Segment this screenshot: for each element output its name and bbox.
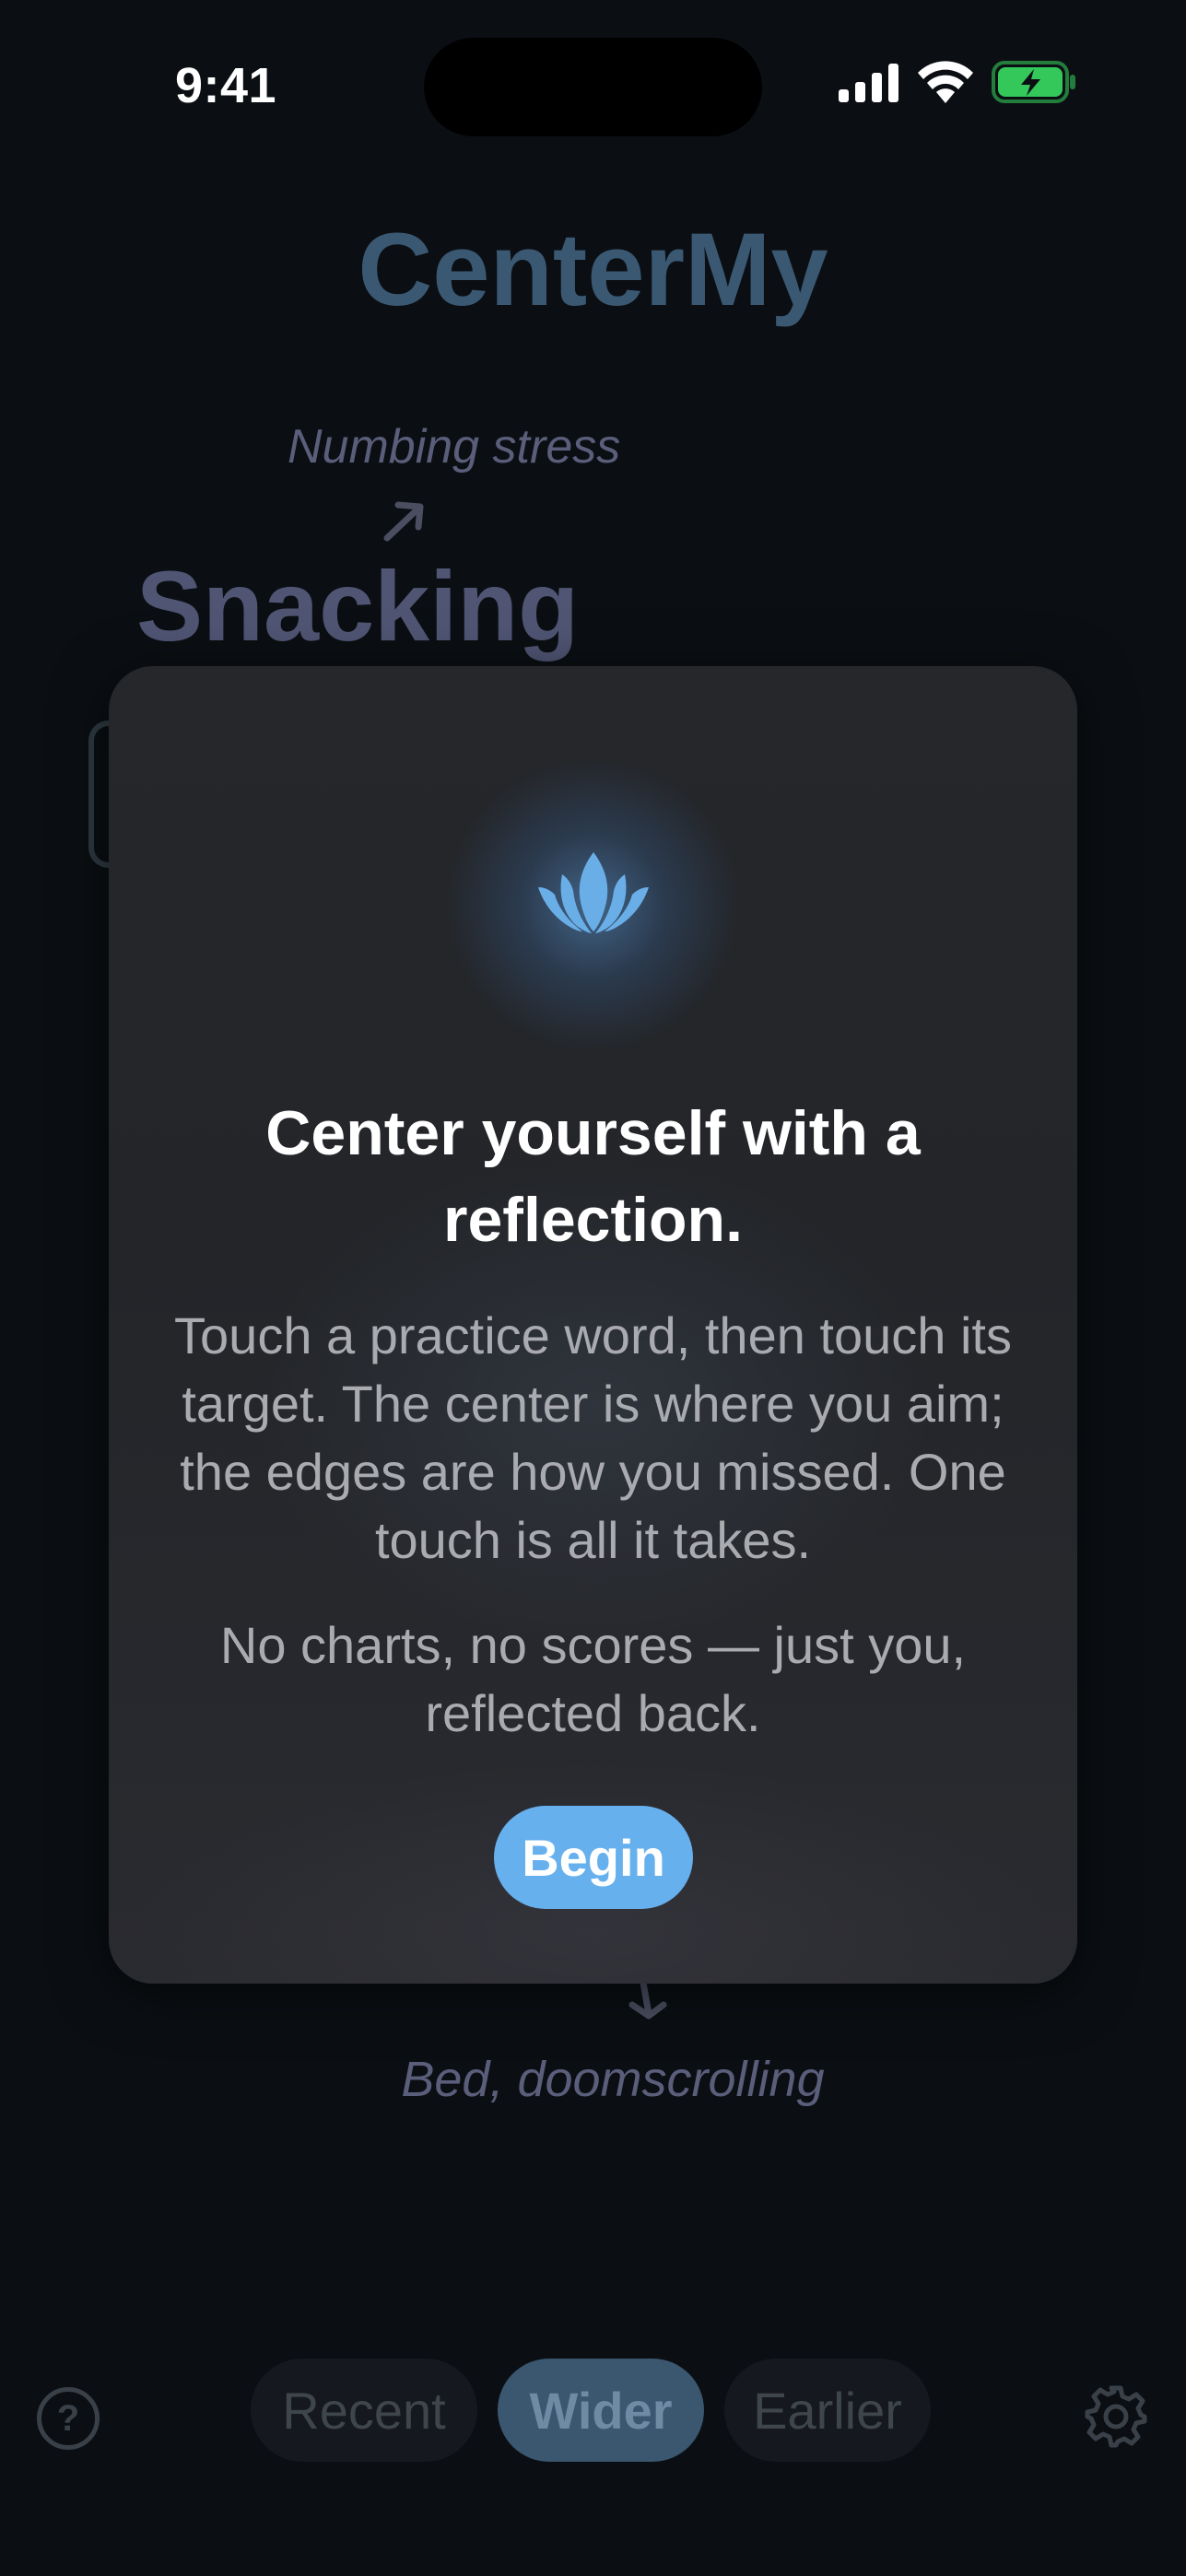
status-time: 9:41	[175, 58, 277, 113]
modal-subtext: No charts, no scores — just you, reflect…	[219, 1616, 967, 1742]
segment-earlier[interactable]: Earlier	[724, 2359, 931, 2462]
bottom-tag-label: Bed, doomscrolling	[401, 2052, 825, 2107]
status-icons	[839, 61, 1076, 103]
time-range-segmented-control: Recent Wider Earlier	[251, 2359, 931, 2462]
arrow-up-right-icon	[383, 501, 424, 542]
app-screen: 9:41 CenterMy Numbing stress Snacking Be…	[0, 0, 1186, 2576]
help-button[interactable]: ?	[37, 2387, 100, 2450]
lotus-icon	[538, 852, 649, 933]
practice-word[interactable]: Snacking	[136, 548, 579, 663]
segment-wider[interactable]: Wider	[498, 2359, 704, 2462]
onboarding-modal: Center yourself with a reflection. Touch…	[109, 666, 1077, 1984]
segment-recent[interactable]: Recent	[251, 2359, 477, 2462]
arrow-down-icon	[628, 1979, 667, 2020]
modal-title: Center yourself with a reflection.	[265, 1098, 921, 1255]
cellular-signal-icon	[839, 64, 898, 102]
begin-button[interactable]: Begin	[494, 1806, 693, 1909]
wifi-icon	[918, 61, 973, 103]
app-title: CenterMy	[358, 212, 828, 327]
modal-instructions: Touch a practice word, then touch its ta…	[174, 1306, 1012, 1569]
question-mark-icon: ?	[56, 2397, 80, 2439]
top-tag-label: Numbing stress	[288, 420, 621, 474]
battery-charging-icon	[992, 61, 1075, 103]
dynamic-island	[424, 38, 762, 136]
gear-icon[interactable]	[1084, 2384, 1148, 2449]
